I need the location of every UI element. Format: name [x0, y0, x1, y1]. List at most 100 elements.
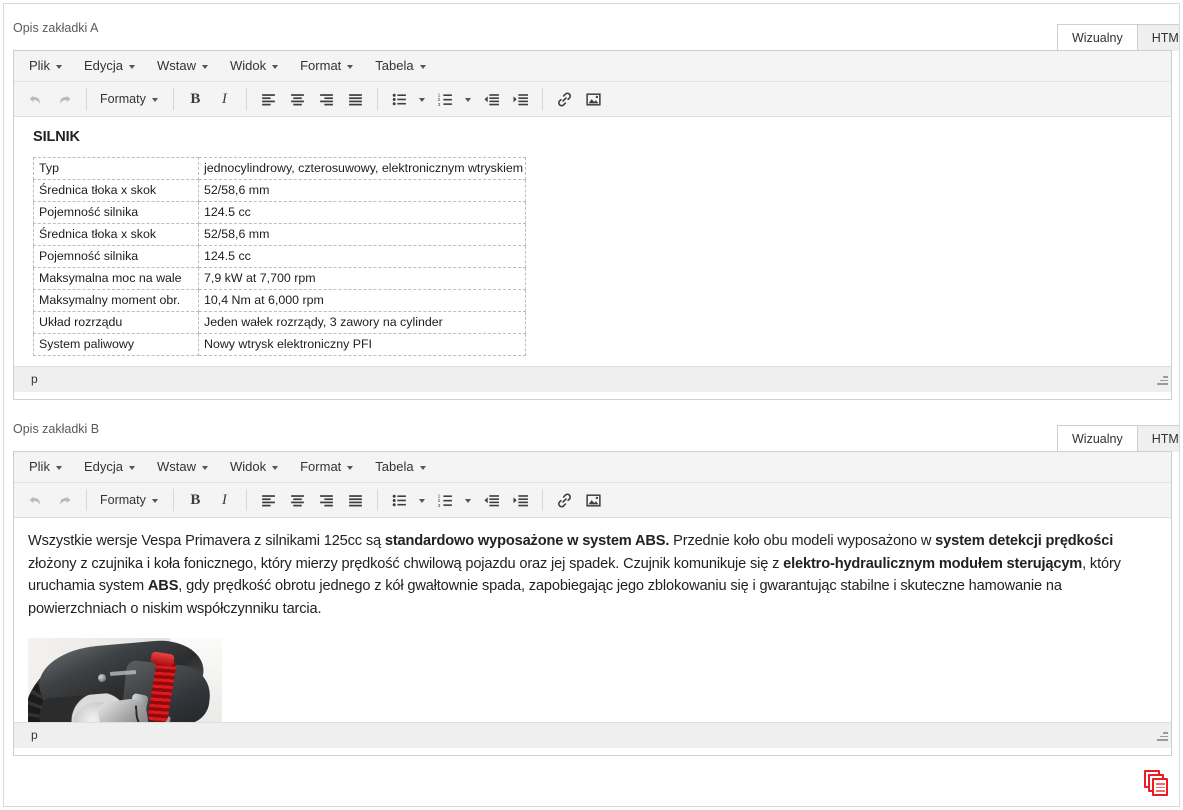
resize-handle-a[interactable] [1154, 376, 1168, 390]
paragraph-run-bold: system detekcji prędkości [935, 533, 1114, 549]
spec-key: Maksymalny moment obr. [33, 289, 199, 312]
numbered-list-dropdown[interactable] [460, 86, 477, 113]
resize-handle-b[interactable] [1154, 732, 1168, 746]
chevron-down-icon [347, 64, 354, 69]
tab-wizualny-b[interactable]: Wizualny [1057, 425, 1138, 452]
toolbar-separator [172, 489, 174, 511]
indent-icon[interactable] [506, 487, 535, 514]
toolbar-separator [376, 88, 378, 110]
chevron-down-icon [347, 465, 354, 470]
link-icon[interactable] [550, 487, 579, 514]
tab-html-b[interactable]: HTML [1137, 425, 1179, 452]
formats-dropdown-a[interactable]: Formaty [94, 88, 166, 110]
editor-a-content[interactable]: SILNIK Typ jednocylindrowy, czterosuwowy,… [14, 117, 1171, 366]
menu-plik-a[interactable]: Plik [18, 54, 73, 78]
menu-edycja-b[interactable]: Edycja [73, 455, 146, 479]
tab-wizualny-a[interactable]: Wizualny [1057, 24, 1138, 51]
image-icon[interactable] [579, 487, 608, 514]
bullet-list-dropdown[interactable] [414, 487, 431, 514]
spec-key: System paliwowy [33, 333, 199, 356]
align-center-icon[interactable] [283, 86, 312, 113]
menu-tabela-a[interactable]: Tabela [364, 54, 436, 78]
spec-value: 124.5 cc [198, 201, 526, 224]
copy-documents-icon[interactable] [1144, 770, 1172, 800]
menu-format-a[interactable]: Format [289, 54, 364, 78]
numbered-list-dropdown[interactable] [460, 487, 477, 514]
spec-value: Nowy wtrysk elektroniczny PFI [198, 333, 526, 356]
menu-edycja-b-label: Edycja [83, 459, 123, 474]
spec-value: Jeden wałek rozrządy, 3 zawory na cylind… [198, 311, 526, 334]
svg-text:3: 3 [437, 101, 440, 107]
italic-button-a[interactable]: I [210, 86, 239, 113]
element-path-a[interactable]: p [31, 372, 38, 386]
align-right-icon[interactable] [312, 86, 341, 113]
paragraph-run: , gdy prędkość obrotu jednego z kół gwał… [28, 578, 1062, 617]
align-center-icon[interactable] [283, 487, 312, 514]
indent-icon[interactable] [506, 86, 535, 113]
toolbar-separator [541, 88, 543, 110]
spec-value: 10,4 Nm at 6,000 rpm [198, 289, 526, 312]
menubar-a: Plik Edycja Wstaw Widok Format Tabela [14, 51, 1171, 82]
redo-icon[interactable] [50, 487, 79, 514]
statusbar-b: p [14, 722, 1171, 748]
engine-spec-body: Typ jednocylindrowy, czterosuwowy, elektr… [33, 157, 526, 356]
page-root: Opis zakładki A Wizualny HTML Plik Edycj… [3, 3, 1180, 807]
chevron-down-icon [128, 465, 135, 470]
menu-plik-b[interactable]: Plik [18, 455, 73, 479]
spec-key: Pojemność silnika [33, 245, 199, 268]
link-icon[interactable] [550, 86, 579, 113]
scooter-wheel-photo[interactable] [28, 638, 222, 722]
numbered-list-icon[interactable]: 123 [431, 487, 460, 514]
spec-value: 7,9 kW at 7,700 rpm [198, 267, 526, 290]
outdent-icon[interactable] [477, 86, 506, 113]
numbered-list-icon[interactable]: 123 [431, 86, 460, 113]
menu-wstaw-b[interactable]: Wstaw [146, 455, 219, 479]
align-left-icon[interactable] [254, 86, 283, 113]
spec-value: 52/58,6 mm [198, 223, 526, 246]
redo-icon[interactable] [50, 86, 79, 113]
formats-label-a: Formaty [100, 92, 146, 106]
formats-dropdown-b[interactable]: Formaty [94, 489, 166, 511]
toolbar-separator [541, 489, 543, 511]
menu-widok-a-label: Widok [229, 58, 267, 73]
spec-key: Układ rozrządu [33, 311, 199, 334]
statusbar-a: p [14, 366, 1171, 392]
field-opis-zakladki-a: Opis zakładki A [13, 20, 98, 38]
view-tabs-a: Wizualny HTML [1057, 22, 1179, 51]
menu-widok-b[interactable]: Widok [219, 455, 289, 479]
engine-spec-table: Typ jednocylindrowy, czterosuwowy, elektr… [33, 157, 526, 356]
italic-button-b[interactable]: I [210, 487, 239, 514]
image-icon[interactable] [579, 86, 608, 113]
bullet-list-dropdown[interactable] [414, 86, 431, 113]
svg-text:3: 3 [437, 502, 440, 508]
toolbar-separator [245, 489, 247, 511]
chevron-down-icon [272, 64, 279, 69]
menu-widok-a[interactable]: Widok [219, 54, 289, 78]
bullet-list-icon[interactable] [385, 487, 414, 514]
tab-html-a[interactable]: HTML [1137, 24, 1179, 51]
undo-icon[interactable] [21, 86, 50, 113]
editor-b: Plik Edycja Wstaw Widok Format Tabela Fo… [13, 451, 1172, 756]
menu-format-b[interactable]: Format [289, 455, 364, 479]
outdent-icon[interactable] [477, 487, 506, 514]
align-justify-icon[interactable] [341, 86, 370, 113]
chevron-down-icon [419, 465, 426, 470]
spec-key: Typ [33, 157, 199, 180]
menu-wstaw-a[interactable]: Wstaw [146, 54, 219, 78]
spec-value: 52/58,6 mm [198, 179, 526, 202]
menu-edycja-a[interactable]: Edycja [73, 54, 146, 78]
align-left-icon[interactable] [254, 487, 283, 514]
chevron-down-icon [201, 64, 208, 69]
element-path-b[interactable]: p [31, 728, 38, 742]
bullet-list-icon[interactable] [385, 86, 414, 113]
spec-key: Pojemność silnika [33, 201, 199, 224]
undo-icon[interactable] [21, 487, 50, 514]
field-label-a: Opis zakładki A [13, 21, 99, 35]
editor-b-content[interactable]: Wszystkie wersje Vespa Primavera z silni… [14, 518, 1171, 722]
align-justify-icon[interactable] [341, 487, 370, 514]
align-right-icon[interactable] [312, 487, 341, 514]
bold-button-a[interactable]: B [181, 86, 210, 113]
bold-button-b[interactable]: B [181, 487, 210, 514]
toolbar-a: Formaty B I 123 [14, 82, 1171, 117]
menu-tabela-b[interactable]: Tabela [364, 455, 436, 479]
